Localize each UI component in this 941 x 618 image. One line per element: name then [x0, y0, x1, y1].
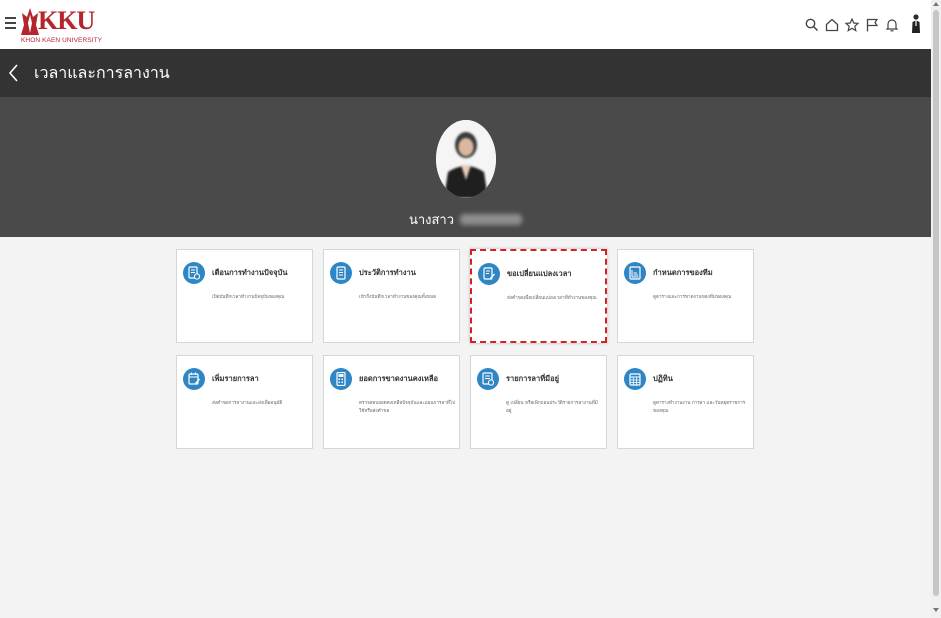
- profile-photo-icon: [436, 120, 496, 198]
- scroll-up-arrow-icon[interactable]: [933, 2, 939, 6]
- calendar-add-icon: [183, 368, 205, 390]
- page-title: เวลาและการลางาน: [34, 63, 170, 82]
- bell-icon[interactable]: [883, 13, 903, 37]
- tile-description: เข้าถึงบันทึกเวลาทำงานของคุณทั้งหมด: [359, 295, 437, 300]
- tile-title: ปฏิทิน: [653, 374, 673, 383]
- home-icon[interactable]: [823, 13, 843, 37]
- logo-text: KKU: [38, 6, 95, 35]
- tile-description: ดูตารางและการขาดงานของทีมของคุณ: [653, 295, 732, 300]
- calendar-icon: [624, 368, 646, 390]
- tile-existing-leave[interactable]: รายการลาที่มีอยู่ ดู เปลี่ยน หรือเพิกถอน…: [470, 355, 607, 449]
- profile-name: นางสาว: [0, 212, 931, 230]
- star-icon[interactable]: [843, 13, 863, 37]
- tile-description: ดู เปลี่ยน หรือเพิกถอนประวัติรายการลางาน…: [506, 401, 598, 414]
- tile-work-history[interactable]: ประวัติการทำงาน เข้าถึงบันทึกเวลาทำงานขอ…: [323, 249, 460, 343]
- scroll-thumb[interactable]: [933, 10, 939, 596]
- tile-title: ยอดการขาดงานคงเหลือ: [359, 374, 439, 383]
- profile-avatar: [436, 120, 496, 198]
- tile-title: ประวัติการทำงาน: [359, 268, 416, 277]
- tile-title: เพิ่มรายการลา: [212, 374, 259, 383]
- document-history-icon: [330, 262, 352, 284]
- team-schedule-icon: [624, 262, 646, 284]
- back-chevron-icon[interactable]: [6, 62, 22, 84]
- top-bar: KKU KHON KAEN UNIVERSITY: [0, 0, 931, 50]
- tile-description: ส่งคำขอเพื่อเปลี่ยนแปลงเวลาที่ทำงานของคุ…: [507, 296, 597, 301]
- tile-title: รายการลาที่มีอยู่: [506, 374, 560, 383]
- leave-list-icon: [477, 368, 499, 390]
- tile-absence-balance[interactable]: ยอดการขาดงานคงเหลือ ตรวจสอบยอดคงเหลือปัจ…: [323, 355, 460, 449]
- tile-description: เปิดบันทึกเวลาทำงานปัจจุบันของคุณ: [212, 295, 285, 300]
- tile-title: ขอเปลี่ยนแปลงเวลา: [507, 269, 572, 278]
- kku-flame-logo-icon: [21, 8, 39, 35]
- tile-add-leave[interactable]: เพิ่มรายการลา ส่งคำขอการลางานและส่งเพื่อ…: [176, 355, 313, 449]
- profile-name-prefix: นางสาว: [408, 213, 455, 228]
- tile-time-change-request[interactable]: ขอเปลี่ยนแปลงเวลา ส่งคำขอเพื่อเปลี่ยนแปล…: [470, 249, 607, 343]
- tile-calendar[interactable]: ปฏิทิน ดูตารางทำงานงาน การลา และวันหยุดร…: [617, 355, 754, 449]
- scroll-down-arrow-icon[interactable]: [933, 608, 939, 612]
- clock-report-icon: [183, 262, 205, 284]
- vertical-scrollbar[interactable]: [931, 0, 941, 618]
- search-icon[interactable]: [803, 13, 823, 37]
- kku-logo[interactable]: KKU KHON KAEN UNIVERSITY: [20, 6, 102, 47]
- hamburger-menu-icon[interactable]: [5, 17, 16, 29]
- logo-subtext: KHON KAEN UNIVERSITY: [21, 37, 103, 44]
- user-avatar-icon[interactable]: [907, 13, 927, 37]
- profile-banner: นางสาว: [0, 97, 931, 237]
- tile-description: ตรวจสอบยอดคงเหลือปัจจุบันและแผนการลาที่ไ…: [359, 401, 455, 414]
- edit-document-icon: [478, 263, 500, 285]
- tile-title: เตือนการทำงานปัจจุบัน: [212, 268, 288, 277]
- tile-description: ส่งคำขอการลางานและส่งเพื่ออนุมัติ: [212, 401, 283, 406]
- redacted-name: [460, 214, 523, 225]
- page-header: เวลาและการลางาน: [0, 49, 931, 97]
- tile-grid: เตือนการทำงานปัจจุบัน เปิดบันทึกเวลาทำงา…: [176, 249, 756, 451]
- calculator-icon: [330, 368, 352, 390]
- tile-team-schedule[interactable]: กำหนดการของทีม ดูตารางและการขาดงานของทีม…: [617, 249, 754, 343]
- tile-current-timesheet[interactable]: เตือนการทำงานปัจจุบัน เปิดบันทึกเวลาทำงา…: [176, 249, 313, 343]
- tile-description: ดูตารางทำงานงาน การลา และวันหยุดราชการขอ…: [653, 401, 746, 414]
- flag-icon[interactable]: [863, 13, 883, 37]
- tile-title: กำหนดการของทีม: [653, 268, 713, 277]
